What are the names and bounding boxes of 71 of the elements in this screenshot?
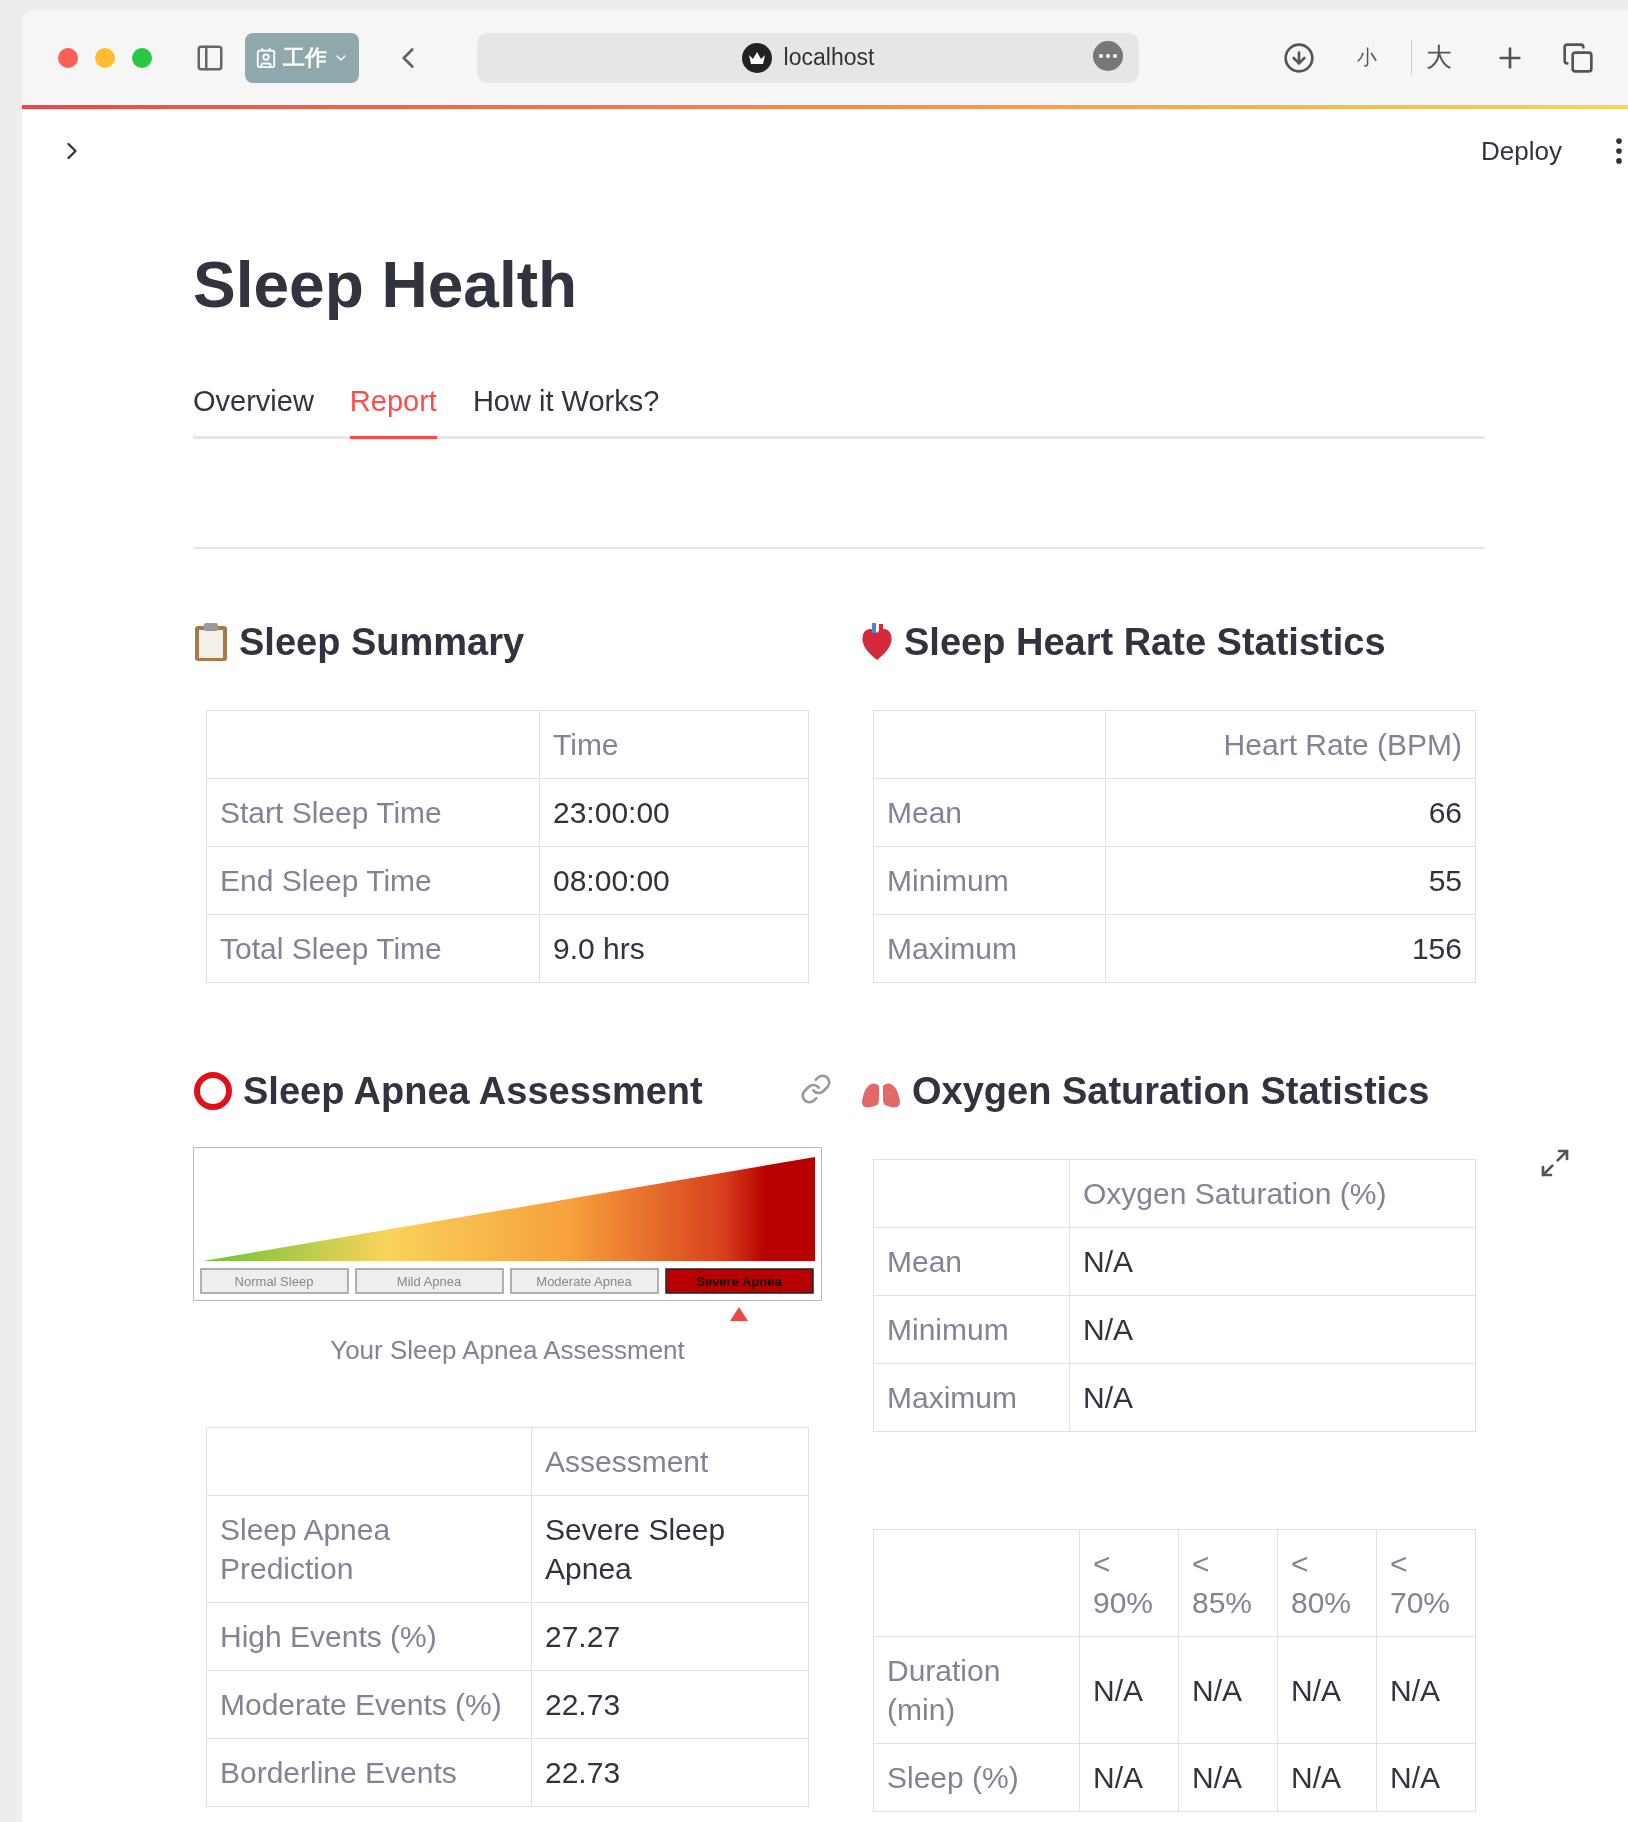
- table-cell: N/A: [1376, 1636, 1476, 1744]
- row-label: Mean: [873, 778, 1106, 847]
- table-cell: N/A: [1376, 1743, 1476, 1812]
- severity-level: Mild Apnea: [355, 1268, 504, 1294]
- table-cell: 9.0 hrs: [539, 914, 809, 983]
- contact-card-icon: [255, 46, 277, 69]
- table-cell: N/A: [1277, 1636, 1377, 1744]
- table-cell: N/A: [1069, 1295, 1476, 1364]
- table-cell: 22.73: [531, 1670, 809, 1739]
- row-label: Sleep Apnea Prediction: [206, 1495, 532, 1603]
- heart-icon: [860, 622, 894, 663]
- row-label: Start Sleep Time: [206, 778, 540, 847]
- address-bar[interactable]: localhost: [477, 32, 1139, 83]
- table-cell: 22.73: [531, 1738, 809, 1807]
- download-icon[interactable]: [1283, 41, 1315, 74]
- severity-level: Moderate Apnea: [510, 1268, 659, 1294]
- clipboard-icon: [193, 622, 229, 663]
- section-heading: Sleep Heart Rate Statistics: [904, 620, 1386, 664]
- table-cell: 23:00:00: [539, 778, 809, 847]
- row-label: Moderate Events (%): [206, 1670, 532, 1739]
- row-label: Minimum: [873, 846, 1106, 915]
- row-label: Minimum: [873, 1295, 1070, 1364]
- row-label: Duration (min): [873, 1636, 1080, 1744]
- row-label: Sleep (%): [873, 1743, 1080, 1812]
- column-header: < 80%: [1277, 1529, 1377, 1637]
- table-cell: 08:00:00: [539, 846, 809, 915]
- column-header: Oxygen Saturation (%): [1069, 1159, 1476, 1228]
- column-header: Heart Rate (BPM): [1105, 710, 1476, 779]
- row-label: Mean: [873, 1227, 1070, 1296]
- row-label: Maximum: [873, 1363, 1070, 1432]
- site-icon: [741, 42, 772, 73]
- section-heading: Sleep Apnea Assessment: [243, 1069, 703, 1113]
- tab[interactable]: How it Works?: [472, 385, 660, 440]
- row-label: End Sleep Time: [206, 846, 540, 915]
- gauge-caption: Your Sleep Apnea Assessment: [329, 1335, 686, 1367]
- table-cell: N/A: [1178, 1743, 1278, 1812]
- table-cell: 27.27: [531, 1602, 809, 1671]
- text-larger-button[interactable]: 大: [1411, 40, 1452, 75]
- tabs-overview-icon[interactable]: [1562, 41, 1594, 74]
- link-icon[interactable]: [800, 1073, 832, 1106]
- row-label: Total Sleep Time: [206, 914, 540, 983]
- pointer-icon: [730, 1307, 748, 1322]
- table-cell: N/A: [1069, 1227, 1476, 1296]
- row-label: Maximum: [873, 914, 1106, 983]
- column-header: Time: [539, 710, 809, 779]
- column-header: < 70%: [1376, 1529, 1476, 1637]
- section-heading: Oxygen Saturation Statistics: [912, 1069, 1430, 1113]
- row-label: Borderline Events: [206, 1738, 532, 1807]
- tab[interactable]: Overview: [193, 385, 314, 440]
- table-cell: N/A: [1178, 1636, 1278, 1744]
- table-cell: N/A: [1079, 1743, 1179, 1812]
- table-cell: N/A: [1069, 1363, 1476, 1432]
- table-cell: 66: [1105, 778, 1476, 847]
- table-cell: 156: [1105, 914, 1476, 983]
- more-icon[interactable]: [1093, 40, 1123, 71]
- table-cell: 55: [1105, 846, 1476, 915]
- severity-level: Normal Sleep: [200, 1268, 349, 1294]
- close-window-button[interactable]: [58, 47, 78, 68]
- ring-icon: [193, 1071, 233, 1112]
- table-cell: N/A: [1079, 1636, 1179, 1744]
- column-header: Assessment: [531, 1427, 809, 1496]
- column-header: < 90%: [1079, 1529, 1179, 1637]
- row-label: High Events (%): [206, 1602, 532, 1671]
- deploy-button[interactable]: Deploy: [1471, 129, 1572, 173]
- column-header: < 85%: [1178, 1529, 1278, 1637]
- table-cell: Severe Sleep Apnea: [531, 1495, 809, 1603]
- severity-level: Severe Apnea: [665, 1268, 814, 1294]
- page-title: Sleep Health: [193, 248, 579, 323]
- text-smaller-button[interactable]: 小: [1357, 44, 1377, 71]
- section-heading: Sleep Summary: [239, 620, 525, 664]
- table-cell: N/A: [1277, 1743, 1377, 1812]
